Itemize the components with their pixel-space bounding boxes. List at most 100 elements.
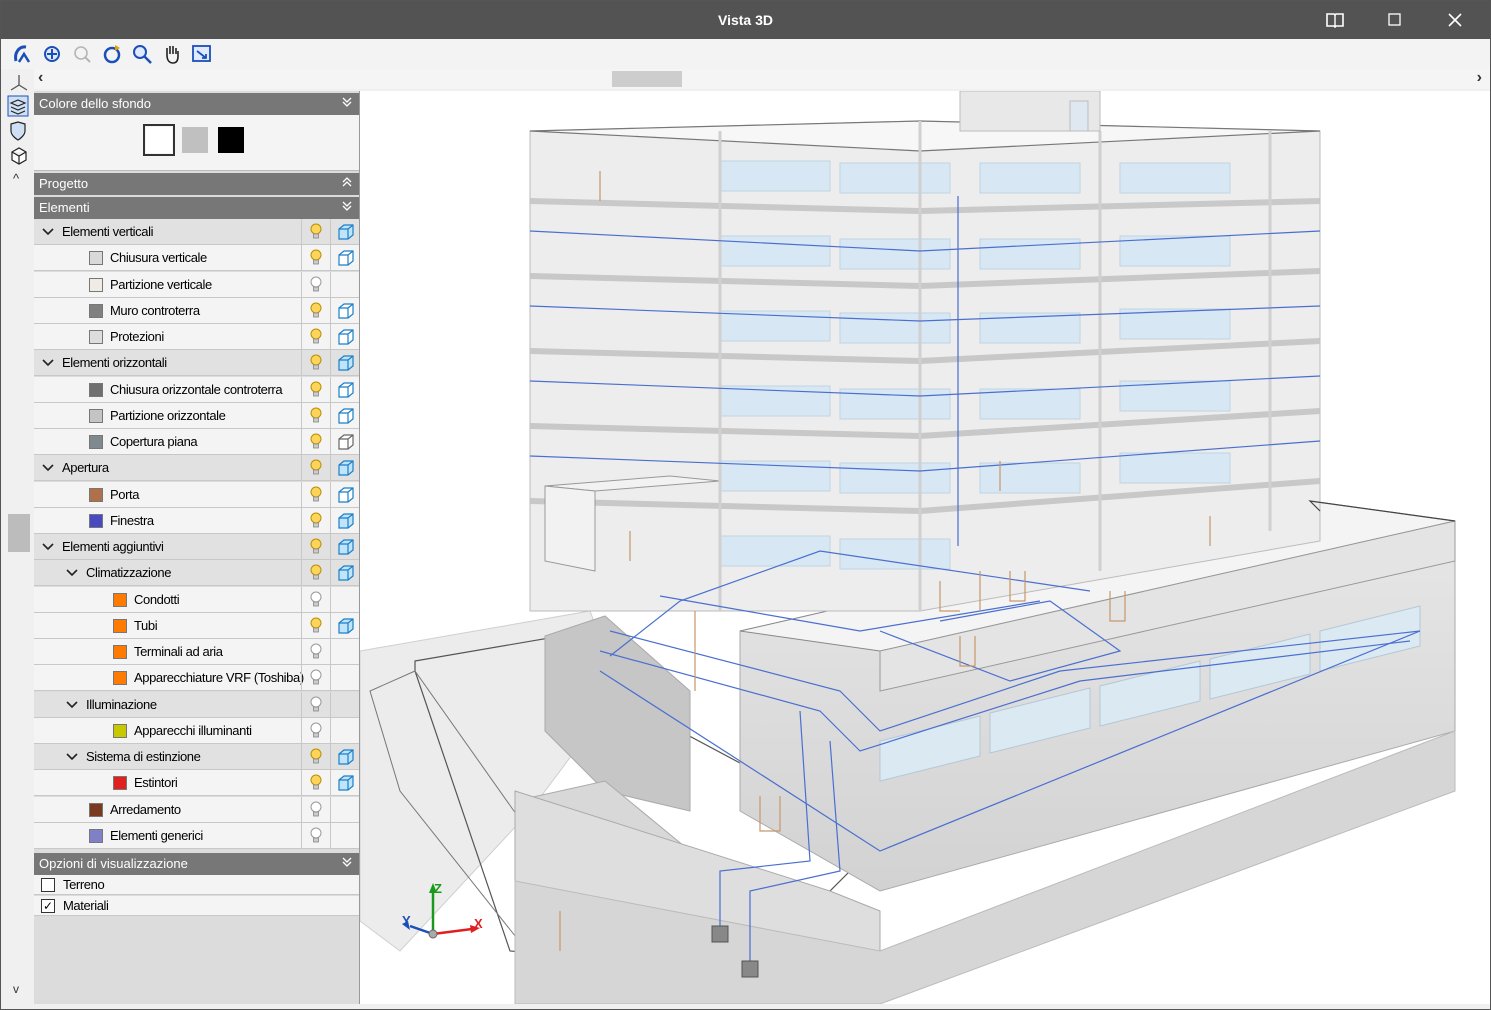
visibility-bulb-icon[interactable] — [309, 249, 323, 267]
render-mode-cell[interactable] — [330, 586, 360, 612]
render-mode-cell[interactable] — [330, 219, 360, 244]
render-mode-cube-icon[interactable] — [337, 486, 355, 504]
render-mode-cube-icon[interactable] — [337, 617, 355, 635]
tree-item-row[interactable]: Finestra — [34, 507, 359, 534]
tree-group-row[interactable]: Climatizzazione — [34, 560, 360, 587]
render-mode-cube-icon[interactable] — [337, 512, 355, 530]
zoom-window-icon[interactable] — [131, 43, 153, 65]
visibility-bulb-icon[interactable] — [309, 512, 323, 530]
tree-item-row[interactable]: Muro controterra — [34, 297, 359, 324]
visibility-bulb-icon[interactable] — [309, 643, 323, 661]
shield-view-icon[interactable] — [9, 121, 27, 141]
visibility-bulb-icon[interactable] — [309, 774, 323, 792]
display-options-header[interactable]: Opzioni di visualizzazione — [34, 853, 359, 875]
tree-item-row[interactable]: Tubi — [34, 612, 360, 639]
visibility-bulb-icon[interactable] — [309, 354, 323, 372]
horizontal-scroll-thumb[interactable] — [612, 71, 682, 87]
tree-item-row[interactable]: Elementi generici — [34, 822, 359, 849]
background-color-header[interactable]: Colore dello sfondo — [34, 93, 359, 115]
visibility-bulb-icon[interactable] — [309, 591, 323, 609]
visibility-bulb-icon[interactable] — [309, 801, 323, 819]
render-mode-cell[interactable] — [330, 481, 360, 507]
visibility-cell[interactable] — [301, 717, 331, 743]
visibility-cell[interactable] — [301, 402, 331, 428]
visibility-cell[interactable] — [301, 455, 331, 481]
display-option-row[interactable]: Terreno — [34, 875, 359, 895]
layers-icon[interactable] — [7, 95, 29, 117]
visibility-cell[interactable] — [301, 665, 331, 691]
visibility-bulb-icon[interactable] — [309, 696, 323, 714]
render-mode-cube-icon[interactable] — [337, 407, 355, 425]
visibility-cell[interactable] — [301, 245, 331, 271]
pan-hand-icon[interactable] — [161, 43, 183, 65]
background-swatch[interactable] — [182, 127, 208, 153]
render-mode-cube-icon[interactable] — [337, 249, 355, 267]
3d-viewport[interactable]: Z X Y — [360, 91, 1490, 1004]
visibility-cell[interactable] — [301, 796, 331, 822]
render-mode-cell[interactable] — [330, 612, 360, 638]
tree-group-row[interactable]: Elementi verticali — [34, 219, 359, 245]
render-mode-cell[interactable] — [330, 717, 360, 743]
background-swatch[interactable] — [218, 127, 244, 153]
chevron-down-icon[interactable] — [66, 700, 78, 710]
option-checkbox[interactable]: ✓ — [41, 899, 55, 913]
color-swatch[interactable] — [113, 645, 127, 659]
render-mode-cell[interactable] — [330, 796, 360, 822]
visibility-cell[interactable] — [301, 219, 331, 244]
color-swatch[interactable] — [89, 513, 103, 528]
tree-item-row[interactable]: Condotti — [34, 586, 360, 613]
background-swatch[interactable] — [143, 124, 175, 156]
visibility-bulb-icon[interactable] — [309, 433, 323, 451]
title-bar[interactable]: Vista 3D — [1, 1, 1490, 39]
render-mode-cube-icon[interactable] — [337, 538, 355, 556]
render-mode-cell[interactable] — [330, 455, 360, 481]
visibility-bulb-icon[interactable] — [309, 381, 323, 399]
box-view-icon[interactable] — [9, 145, 29, 165]
visibility-cell[interactable] — [301, 744, 331, 769]
tree-item-row[interactable]: Apparecchi illuminanti — [34, 717, 360, 744]
visibility-cell[interactable] — [301, 691, 331, 717]
render-mode-cell[interactable] — [330, 534, 360, 559]
tree-item-row[interactable]: Arredamento — [34, 796, 360, 823]
export-view-icon[interactable] — [191, 43, 213, 65]
color-swatch[interactable] — [113, 618, 127, 633]
tree-item-row[interactable]: Partizione verticale — [34, 271, 359, 298]
project-header[interactable]: Progetto — [34, 173, 359, 195]
zoom-extents-icon[interactable] — [41, 43, 63, 65]
render-mode-cube-icon[interactable] — [337, 433, 355, 451]
render-mode-cell[interactable] — [330, 324, 360, 349]
render-mode-cell[interactable] — [330, 560, 360, 586]
scroll-down-arrow[interactable]: v — [13, 982, 19, 996]
render-mode-cell[interactable] — [330, 744, 360, 769]
visibility-cell[interactable] — [301, 639, 331, 664]
scroll-right-arrow[interactable]: › — [1477, 69, 1482, 87]
color-swatch[interactable] — [89, 487, 103, 502]
visibility-bulb-icon[interactable] — [309, 748, 323, 766]
visibility-cell[interactable] — [301, 586, 331, 612]
visibility-bulb-icon[interactable] — [309, 669, 323, 687]
chevron-down-icon[interactable] — [42, 542, 54, 552]
building-model[interactable] — [360, 91, 1490, 1004]
render-mode-cube-icon[interactable] — [337, 302, 355, 320]
maximize-button[interactable] — [1365, 1, 1425, 39]
tree-item-row[interactable]: Porta — [34, 481, 360, 508]
render-mode-cube-icon[interactable] — [337, 381, 355, 399]
visibility-cell[interactable] — [301, 534, 331, 559]
render-mode-cell[interactable] — [330, 691, 360, 717]
chevron-down-icon[interactable] — [42, 463, 54, 473]
tree-group-row[interactable]: Illuminazione — [34, 691, 360, 718]
render-mode-cube-icon[interactable] — [337, 564, 355, 582]
color-swatch[interactable] — [89, 435, 103, 449]
chevron-down-icon[interactable] — [66, 568, 78, 578]
visibility-bulb-icon[interactable] — [309, 407, 323, 425]
tree-item-row[interactable]: Apparecchiature VRF (Toshiba) — [34, 665, 359, 692]
render-mode-cube-icon[interactable] — [337, 328, 355, 346]
elements-header[interactable]: Elementi — [34, 197, 359, 219]
tree-item-row[interactable]: Protezioni — [34, 324, 359, 350]
color-swatch[interactable] — [89, 382, 103, 397]
color-swatch[interactable] — [113, 592, 127, 607]
visibility-bulb-icon[interactable] — [309, 827, 323, 845]
tree-item-row[interactable]: Chiusura verticale — [34, 245, 359, 272]
refresh-view-icon[interactable] — [101, 43, 123, 65]
visibility-bulb-icon[interactable] — [309, 486, 323, 504]
